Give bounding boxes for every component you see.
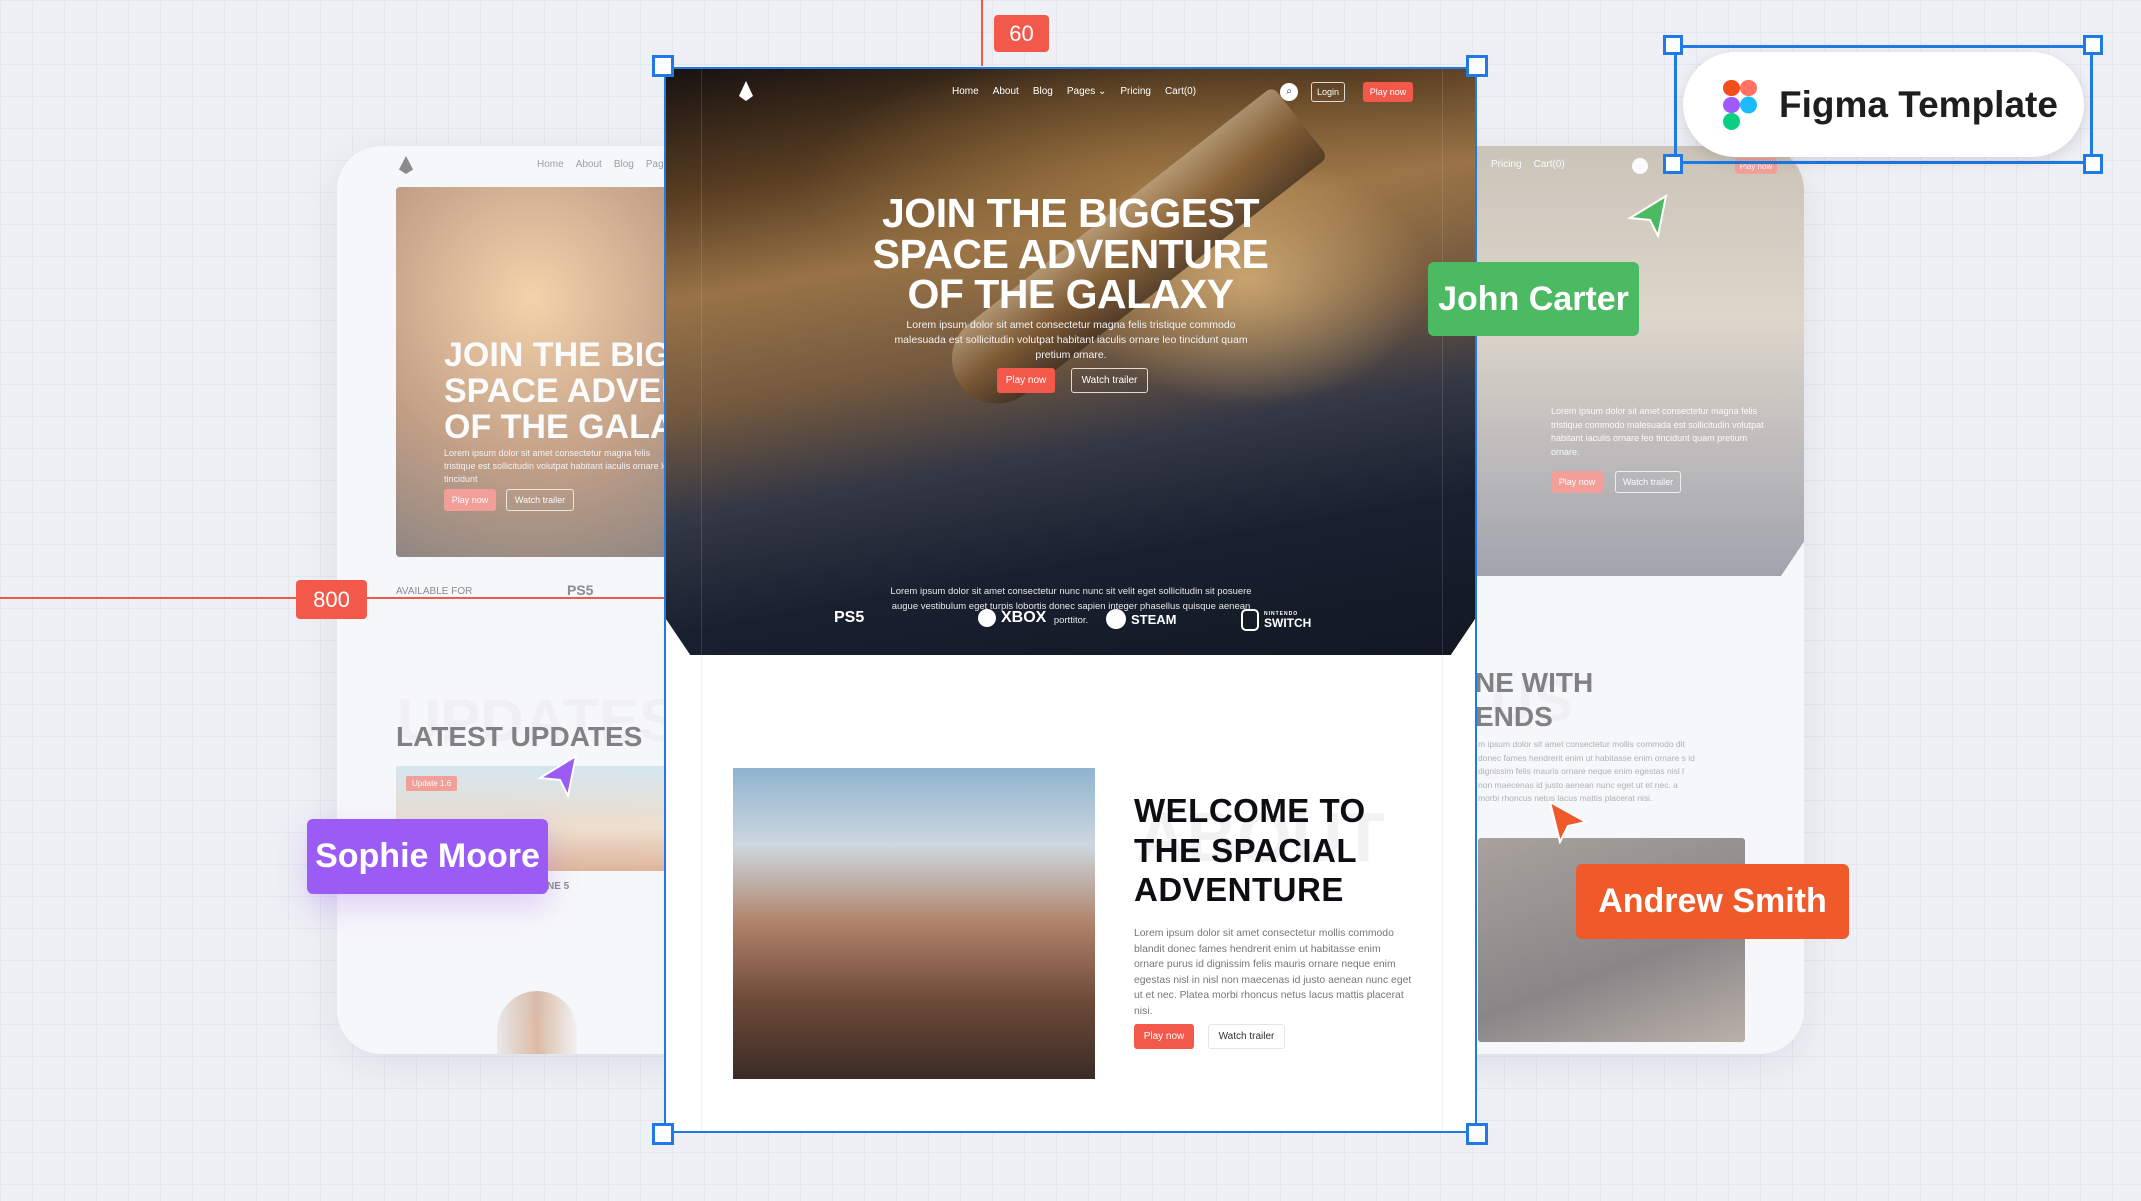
cursor-andrew-icon [1548,800,1589,844]
update-caption: NE 5 [547,881,570,892]
ps5-logo-icon: PS5 [834,609,865,626]
right-play-button[interactable]: Play now [1551,471,1603,493]
vertical-spacing-guide [981,0,983,66]
nav-play-button[interactable]: Play now [1363,82,1413,102]
hero-text: Lorem ipsum dolor sit amet consectetur m… [894,319,1248,361]
badge-handle[interactable] [2083,35,2103,55]
nav-home[interactable]: Home [537,159,564,170]
about-trailer-button[interactable]: Watch trailer [1208,1024,1285,1049]
left-play-button[interactable]: Play now [444,489,496,511]
cursor-sophie-icon [536,753,578,798]
right-nav: Pricing Cart(0) [1491,159,1565,170]
resize-handle-bottom-left[interactable] [652,1123,674,1145]
right-title-line: NE WITH [1475,667,1594,698]
spacing-badge-top: 60 [994,15,1049,52]
nav-pricing[interactable]: Pricing [1491,159,1522,170]
nav-blog[interactable]: Blog [1033,86,1053,97]
main-nav: Home About Blog Pages ⌄ Pricing Cart(0) [952,86,1210,97]
badge-handle[interactable] [1663,154,1683,174]
latest-updates-title: LATEST UPDATES [396,721,643,752]
collaborator-sophie-moore: Sophie Moore [307,819,548,894]
badge-handle[interactable] [2083,154,2103,174]
right-title-line: ENDS [1475,701,1553,732]
resize-handle-top-right[interactable] [1466,55,1488,77]
chevron-down-icon: ⌄ [1097,86,1107,97]
platforms-text: Lorem ipsum dolor sit amet consectetur n… [890,586,1252,626]
about-title: WELCOME TO THE SPACIAL ADVENTURE [1134,791,1366,910]
about-text: Lorem ipsum dolor sit amet consectetur m… [1134,928,1412,1017]
nav-home[interactable]: Home [952,86,979,97]
nav-about[interactable]: About [576,159,602,170]
figma-logo-icon [1723,79,1757,130]
main-page-frame[interactable]: Home About Blog Pages ⌄ Pricing Cart(0) … [664,67,1477,1133]
helmet-image [497,991,577,1054]
nav-cart[interactable]: Cart(0) [1534,159,1565,170]
about-title-line: WELCOME TO [1134,792,1366,829]
badge-label: Figma Template [1779,83,2058,125]
nav-pages[interactable]: Pages ⌄ [1067,86,1107,97]
badge-handle[interactable] [1663,35,1683,55]
about-play-button[interactable]: Play now [1134,1024,1194,1049]
figma-template-badge: Figma Template [1674,45,2093,164]
about-title-line: THE SPACIAL [1134,831,1358,869]
nav-pricing[interactable]: Pricing [1120,86,1151,97]
collaborator-john-carter: John Carter [1428,262,1639,336]
collaborator-andrew-smith: Andrew Smith [1576,864,1849,939]
hero-title: JOIN THE BIGGEST SPACE ADVENTURE OF THE … [666,193,1475,315]
search-icon[interactable]: ⌕ [1280,83,1298,101]
ps5-logo-icon: PS5 [567,582,594,598]
hero-trailer-button[interactable]: Watch trailer [1071,368,1148,393]
search-icon[interactable] [1632,158,1648,174]
right-hero-image [1420,146,1804,576]
update-tag: Update 1.6 [406,776,458,791]
nav-cart[interactable]: Cart(0) [1165,86,1196,97]
rocket-logo-icon [399,156,413,174]
about-title-line: ADVENTURE [1134,871,1344,908]
right-hero-text: Lorem ipsum dolor sit amet consectetur m… [1551,406,1764,457]
spacing-badge-left: 800 [296,580,367,619]
about-image [733,768,1095,1079]
login-button[interactable]: Login [1311,82,1345,102]
hero-play-button[interactable]: Play now [997,368,1055,393]
resize-handle-top-left[interactable] [652,55,674,77]
cursor-john-icon [1626,193,1668,238]
hero-title-line: OF THE GALAXY [907,271,1234,317]
hero-section: Home About Blog Pages ⌄ Pricing Cart(0) … [666,69,1475,655]
available-for-label: AVAILABLE FOR [396,586,473,597]
left-nav: Home About Blog Pages [537,159,674,170]
left-trailer-button[interactable]: Watch trailer [506,489,574,511]
resize-handle-bottom-right[interactable] [1466,1123,1488,1145]
right-trailer-button[interactable]: Watch trailer [1615,471,1681,493]
hero-title-line: JOIN THE BIGGEST [882,190,1260,236]
hero-title-line: SPACE ADVENTURE [872,230,1269,277]
left-hero-text: Lorem ipsum dolor sit amet consectetur m… [444,448,674,484]
nav-about[interactable]: About [993,86,1019,97]
nav-blog[interactable]: Blog [614,159,634,170]
right-section-text: m ipsum dolor sit amet consectetur molli… [1478,739,1695,803]
